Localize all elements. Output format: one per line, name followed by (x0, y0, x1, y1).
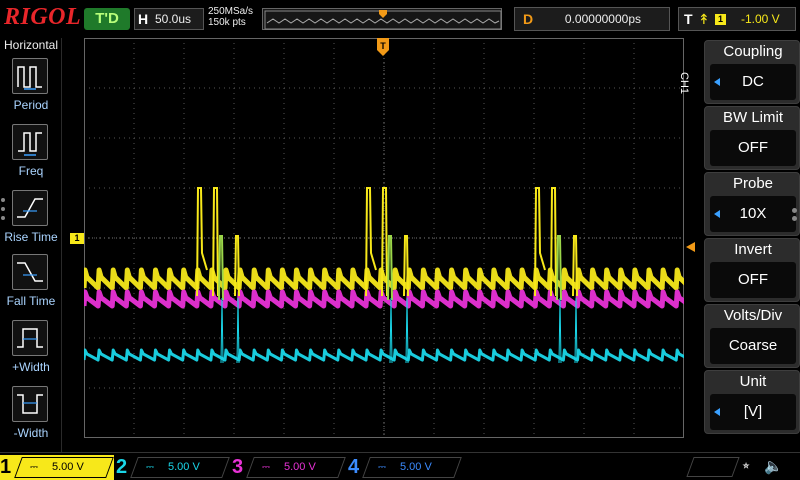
acquisition-info: 250MSa/s 150k pts (208, 6, 253, 28)
ch1-trace (84, 267, 684, 291)
measure-plus-width[interactable]: +Width (0, 320, 62, 384)
top-status-bar: RIGOL T'D H 50.0us 250MSa/s 150k pts D 0… (0, 0, 800, 38)
rising-edge-icon: ↟ (698, 11, 710, 27)
period-icon (12, 58, 48, 94)
measure-freq-label: Freq (18, 164, 44, 178)
measure-plus-width-label: +Width (12, 360, 50, 374)
ch2-pulse (556, 235, 562, 301)
trigger-level: -1.00 V (741, 12, 780, 26)
unit-value: [V] (710, 394, 796, 430)
select-arrow-icon (714, 210, 720, 218)
dc-coupling-icon: ⎓ (262, 462, 270, 473)
select-arrow-icon (714, 78, 720, 86)
measure-fall-time[interactable]: Fall Time (0, 254, 62, 318)
trigger-position-marker[interactable]: T (377, 38, 389, 56)
timebase-box[interactable]: H 50.0us (134, 8, 204, 30)
measure-minus-width-label: -Width (13, 426, 49, 440)
channel-tab: CH1 (678, 72, 690, 95)
channel-4-scale: 5.00 V (400, 461, 432, 473)
ch1-ground-marker[interactable]: 1 (70, 233, 84, 244)
measure-period[interactable]: Period (0, 58, 62, 122)
usb-icon: ⭒ (742, 457, 751, 474)
measure-rise-time-label: Rise Time (4, 230, 58, 244)
delay-value: 0.00000000ps (564, 12, 641, 26)
bw-limit-title: BW Limit (723, 109, 783, 126)
overview-trigger-marker (379, 10, 387, 18)
ch2-pulse (220, 297, 224, 364)
freq-icon (12, 124, 48, 160)
invert-value: OFF (710, 262, 796, 298)
measure-period-label: Period (13, 98, 49, 112)
delay-label: D (523, 11, 534, 27)
coupling-softkey[interactable]: Coupling DC (704, 40, 800, 104)
probe-value: 10X (710, 196, 796, 232)
unit-title: Unit (739, 373, 767, 390)
trigger-source: 1 (715, 14, 726, 25)
menu-title: Horizontal (3, 38, 59, 52)
waveform-display[interactable] (84, 38, 684, 438)
plus-width-icon (12, 320, 48, 356)
speaker-icon[interactable]: 🔈 (764, 457, 783, 475)
rise-time-icon (12, 190, 48, 226)
memory-overview-bar[interactable] (262, 8, 502, 30)
select-arrow-icon (714, 408, 720, 416)
channel-2-status[interactable]: 2 ⎓ 5.00 V (116, 455, 230, 480)
measure-rise-time[interactable]: Rise Time (0, 190, 62, 254)
bw-limit-softkey[interactable]: BW Limit OFF (704, 106, 800, 170)
measure-fall-time-label: Fall Time (6, 294, 56, 308)
channel-status-bar: 1 ⎓ 5.00 V 2 ⎓ 5.00 V 3 ⎓ 5.00 V 4 ⎓ 5.0… (0, 452, 800, 480)
delay-box[interactable]: D 0.00000000ps (514, 7, 670, 31)
bw-limit-value: OFF (710, 130, 796, 166)
measure-freq[interactable]: Freq (0, 124, 62, 188)
trigger-label: T (684, 11, 693, 27)
minus-width-icon (12, 386, 48, 422)
sample-rate: 250MSa/s (208, 6, 254, 17)
dc-coupling-icon: ⎓ (378, 462, 386, 473)
overview-trace (266, 18, 500, 24)
run-status-button[interactable]: T'D (84, 8, 130, 30)
trigger-level-marker[interactable] (686, 242, 695, 252)
waveform-canvas (84, 38, 684, 438)
measure-minus-width[interactable]: -Width (0, 386, 62, 450)
channel-1-scale: 5.00 V (52, 461, 84, 473)
unit-softkey[interactable]: Unit [V] (704, 370, 800, 434)
channel-2-scale: 5.00 V (168, 461, 200, 473)
trigger-box[interactable]: T ↟ 1 -1.00 V (678, 7, 796, 31)
dc-coupling-icon: ⎓ (146, 462, 154, 473)
brand-logo: RIGOL (4, 4, 82, 30)
probe-softkey[interactable]: Probe 10X (704, 172, 800, 236)
memory-depth: 150k pts (208, 17, 246, 28)
ch2-pulse (389, 297, 393, 364)
horizontal-measure-menu: Horizontal Period Freq Rise Time Fall Ti… (0, 38, 62, 452)
memory-overview-waveform (264, 10, 502, 30)
menu-page-dot (792, 216, 797, 221)
channel-3-scale: 5.00 V (284, 461, 316, 473)
status-decoration (686, 457, 740, 477)
coupling-value: DC (710, 64, 796, 100)
channel-menu: Coupling DC BW Limit OFF Probe 10X Inver… (704, 38, 800, 452)
invert-title: Invert (734, 241, 772, 258)
coupling-title: Coupling (723, 43, 783, 60)
horizontal-label: H (138, 11, 149, 27)
volts-div-value: Coarse (710, 328, 796, 364)
ch2-pulse (387, 235, 393, 301)
probe-title: Probe (732, 175, 774, 192)
channel-4-status[interactable]: 4 ⎓ 5.00 V (348, 455, 462, 480)
volts-div-title: Volts/Div (723, 307, 783, 324)
menu-page-dot (792, 208, 797, 213)
trigger-position-letter: T (380, 41, 386, 51)
invert-softkey[interactable]: Invert OFF (704, 238, 800, 302)
fall-time-icon (12, 254, 48, 290)
dc-coupling-icon: ⎓ (30, 462, 38, 473)
volts-div-softkey[interactable]: Volts/Div Coarse (704, 304, 800, 368)
channel-1-status[interactable]: 1 ⎓ 5.00 V (0, 455, 114, 480)
ch2-pulse (558, 297, 562, 364)
ch2-pulse (218, 235, 224, 301)
timebase-value: 50.0us (155, 12, 192, 26)
channel-3-status[interactable]: 3 ⎓ 5.00 V (232, 455, 346, 480)
